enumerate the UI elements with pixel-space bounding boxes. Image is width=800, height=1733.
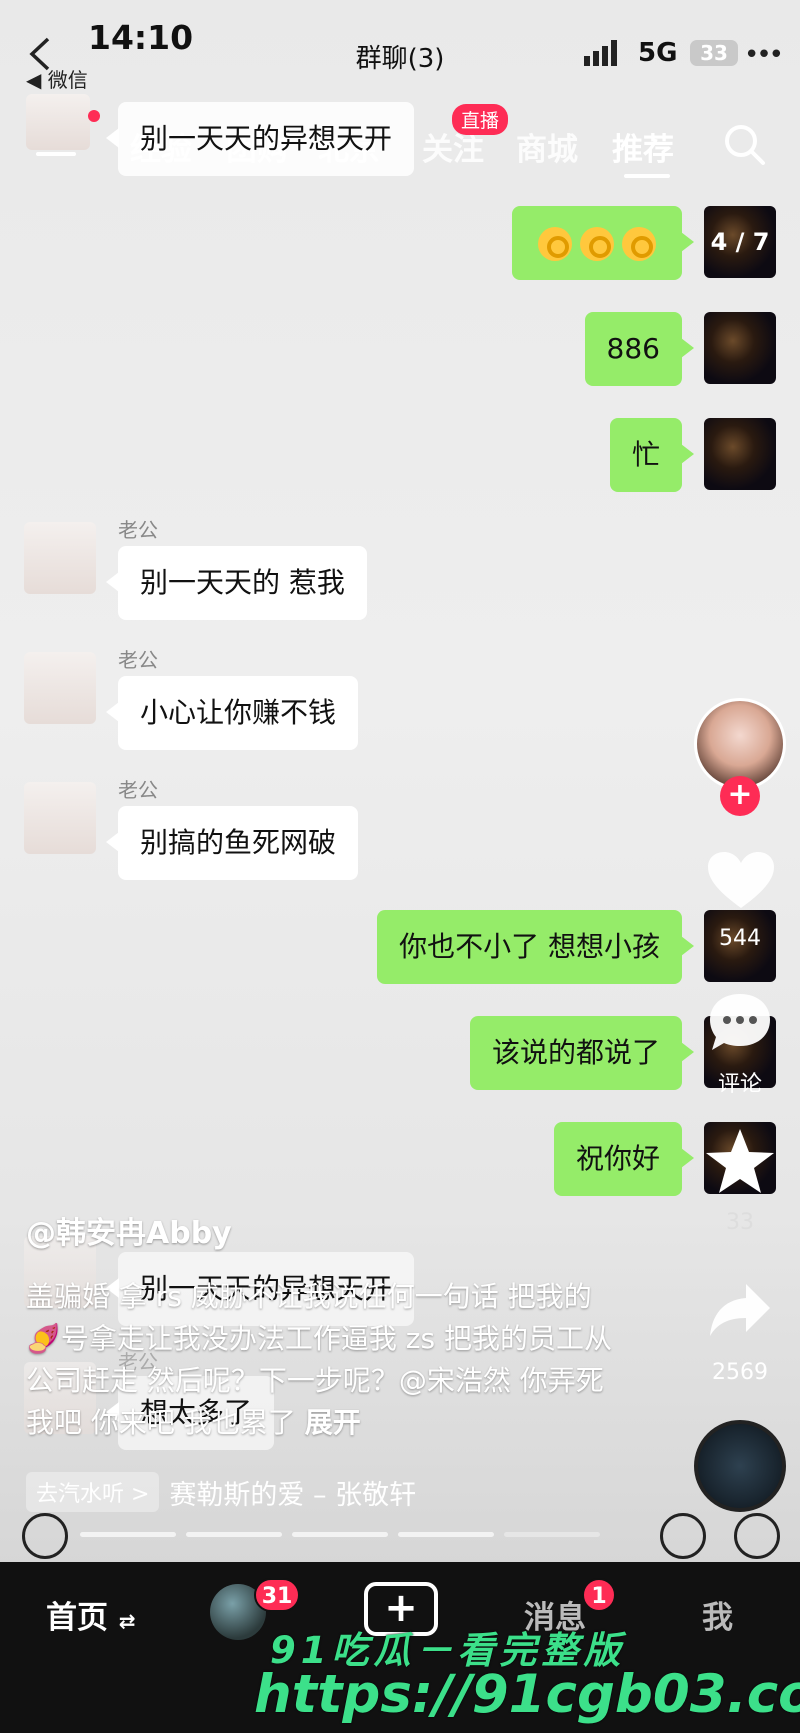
message-bubble-sent: 忙 — [609, 418, 695, 492]
voice-input-icon[interactable] — [22, 1513, 68, 1559]
contact-avatar[interactable] — [26, 94, 90, 150]
self-avatar[interactable] — [704, 312, 776, 384]
ghost-message-top: 别一天天的异想天开 — [105, 102, 415, 176]
phone-screen: 14:10 ◀ 微信 群聊(3) 5G 33 ••• 经验 团购 北京 关注 商… — [0, 0, 800, 1733]
message-bubble-sent — [512, 206, 694, 280]
network-type: 5G — [638, 38, 678, 68]
like-count: 544 — [719, 926, 761, 951]
chat-title: 群聊(3) — [355, 44, 445, 74]
video-description: 盖骗婚 拿 rs 威胁不让我说任何一句话 把我的🍠号拿走让我没办法工作逼我 zs… — [26, 1276, 626, 1444]
contact-avatar[interactable] — [24, 652, 96, 724]
share-icon[interactable] — [708, 1282, 772, 1338]
comment-icon[interactable] — [706, 990, 774, 1054]
expand-button[interactable]: 展开 — [305, 1406, 361, 1439]
music-app-tag[interactable]: 去汽水听 > — [26, 1472, 160, 1512]
add-icon[interactable] — [734, 1513, 780, 1559]
message-bubble-sent: 你也不小了 想想小孩 — [377, 910, 694, 984]
star-icon[interactable] — [704, 1126, 776, 1196]
tab-recommended[interactable]: 推荐 — [612, 124, 674, 169]
favorite-count: 33 — [726, 1210, 754, 1235]
signal-icon — [584, 40, 617, 66]
sender-name: 老公 — [118, 778, 158, 802]
contact-avatar[interactable] — [24, 782, 96, 854]
self-avatar[interactable]: 4 / 7 — [704, 206, 776, 278]
unread-dot — [88, 110, 100, 122]
heart-icon[interactable] — [706, 850, 776, 912]
comment-label: 评论 — [717, 1072, 762, 1097]
progress-segment — [80, 1532, 176, 1537]
message-bubble-sent: 886 — [584, 312, 695, 386]
friends-badge: 31 — [254, 1578, 300, 1612]
active-tab-indicator — [624, 174, 670, 178]
music-row[interactable]: 去汽水听 > 赛勒斯的爱 – 张敬轩 — [26, 1472, 416, 1512]
emoji-icon[interactable] — [660, 1513, 706, 1559]
ok-hand-emoji-icon — [622, 227, 656, 261]
message-bubble-received: 别搞的鱼死网破 — [105, 806, 359, 880]
message-bubble-sent: 祝你好 — [553, 1122, 695, 1196]
ok-hand-emoji-icon — [538, 227, 572, 261]
progress-segment — [292, 1532, 388, 1537]
music-disc-icon[interactable] — [694, 1420, 786, 1512]
status-bar: 14:10 ◀ 微信 群聊(3) 5G 33 ••• — [0, 0, 800, 95]
tab-home[interactable]: 首页 ⇄ — [46, 1592, 136, 1637]
watermark-line2: https://91cgb03.com — [254, 1664, 800, 1725]
battery-icon: 33 — [690, 40, 738, 66]
swap-icon: ⇄ — [118, 1609, 136, 1633]
message-bubble-sent: 该说的都说了 — [469, 1016, 695, 1090]
tab-mall[interactable]: 商城 — [516, 124, 578, 169]
progress-segment — [504, 1532, 600, 1537]
sender-name: 老公 — [118, 518, 158, 542]
tab-home-label: 首页 — [46, 1600, 108, 1636]
tab-me[interactable]: 我 — [702, 1592, 733, 1637]
message-bubble-received: 别一天天的 惹我 — [106, 546, 367, 620]
message-bubble-received: 小心让你赚不钱 — [105, 676, 359, 750]
more-options-icon[interactable]: ••• — [744, 40, 784, 70]
author-handle[interactable]: @韩安冉Abby — [26, 1208, 232, 1252]
self-avatar[interactable] — [704, 418, 776, 490]
image-counter: 4 / 7 — [710, 228, 770, 256]
progress-segment — [398, 1532, 494, 1537]
search-icon[interactable] — [722, 122, 766, 166]
share-count: 2569 — [712, 1360, 768, 1385]
live-badge[interactable]: 直播 — [452, 104, 509, 135]
follow-button[interactable]: + — [720, 776, 760, 816]
progress-segment — [186, 1532, 282, 1537]
contact-avatar[interactable] — [24, 522, 96, 594]
song-name[interactable]: 赛勒斯的爱 – 张敬轩 — [169, 1473, 416, 1512]
sender-name: 老公 — [118, 648, 158, 672]
ok-hand-emoji-icon — [580, 227, 614, 261]
messages-badge: 1 — [582, 1578, 616, 1612]
